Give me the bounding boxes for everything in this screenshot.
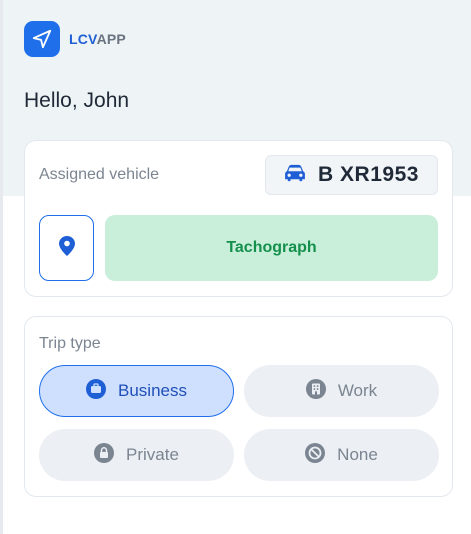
tachograph-button[interactable]: Tachograph	[105, 215, 438, 281]
trip-option-label: None	[337, 445, 378, 464]
briefcase-icon	[86, 378, 106, 404]
trip-option-none[interactable]: None	[244, 429, 439, 481]
trip-type-label: Trip type	[39, 335, 101, 352]
app-name: LCVAPP	[69, 31, 126, 47]
trip-option-label: Business	[118, 381, 187, 400]
trip-option-label: Work	[337, 381, 378, 400]
vehicle-plate-number: B XR1953	[318, 163, 419, 186]
car-icon	[284, 164, 306, 187]
map-pin-icon	[58, 235, 75, 261]
trip-option-business[interactable]: Business	[39, 365, 234, 417]
trip-option-private[interactable]: Private	[39, 429, 234, 481]
assigned-vehicle-card: Assigned vehicle B XR1953 Tachograph	[24, 140, 453, 297]
navigation-arrow-icon	[24, 21, 60, 57]
trip-option-label: Private	[126, 445, 179, 464]
trip-option-work[interactable]: Work	[244, 365, 439, 417]
vehicle-plate-badge[interactable]: B XR1953	[265, 155, 438, 195]
left-divider	[0, 0, 3, 534]
assigned-vehicle-label: Assigned vehicle	[39, 166, 160, 183]
ban-icon	[305, 442, 326, 468]
lock-icon	[94, 442, 115, 468]
greeting-title: Hello, John	[24, 89, 130, 112]
building-icon	[305, 378, 326, 404]
app-logo: LCVAPP	[24, 21, 126, 57]
trip-type-card: Trip type Business Work Private None	[24, 316, 453, 497]
location-button[interactable]	[39, 215, 94, 281]
